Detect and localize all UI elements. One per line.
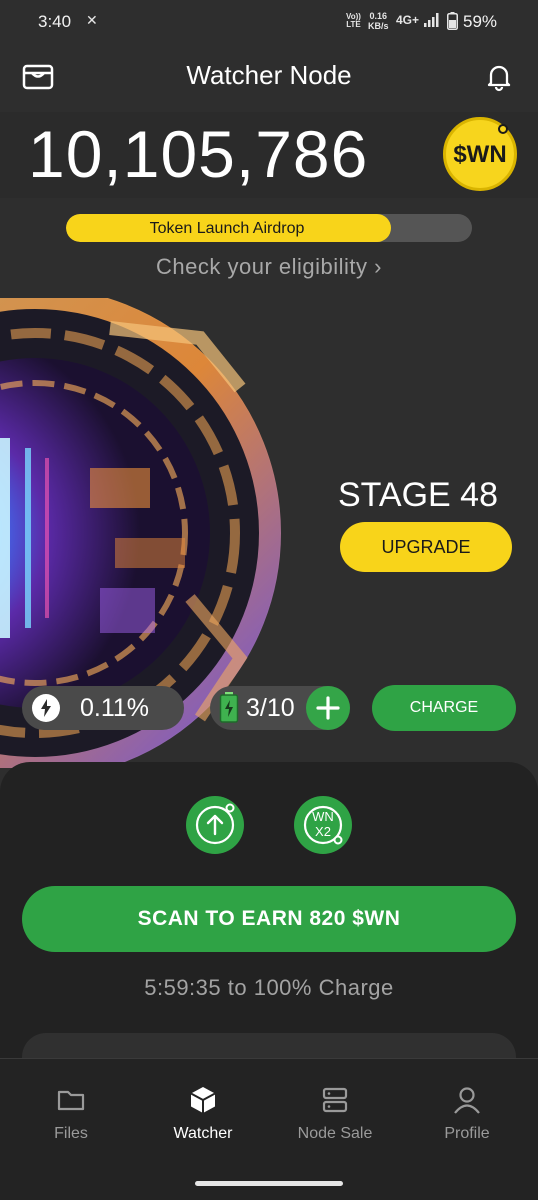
battery-icon — [447, 12, 458, 30]
stage-label: STAGE 48 — [338, 476, 498, 514]
nav-label-node-sale: Node Sale — [297, 1125, 373, 1142]
bell-icon[interactable] — [484, 62, 514, 92]
add-battery-button[interactable] — [306, 686, 350, 730]
network-speed: 0.16 KB/s — [368, 11, 389, 31]
multiplier-top: WN — [312, 809, 334, 824]
battery-count-pill: 3/10 — [210, 686, 350, 730]
nav-label-files: Files — [54, 1125, 88, 1142]
multiplier-button[interactable]: WN X2 — [294, 796, 352, 854]
battery-count-value: 3/10 — [246, 694, 295, 722]
activity-icon: ✕ — [86, 12, 98, 28]
upgrade-button[interactable]: UPGRADE — [340, 522, 512, 572]
airdrop-progress-label: Token Launch Airdrop — [149, 220, 305, 237]
nav-item-profile[interactable]: Profile — [400, 1085, 534, 1143]
airdrop-progress-bar[interactable]: Token Launch Airdrop — [66, 214, 472, 242]
signal-icon — [424, 13, 439, 27]
nav-item-files[interactable]: Files — [4, 1085, 138, 1143]
screen: 3:40 ✕ Vo)) LTE 0.16 KB/s 4G+ 59% Watche… — [0, 0, 538, 1200]
coin-dot — [498, 124, 508, 134]
volte-bottom: LTE — [346, 20, 361, 29]
user-icon — [454, 1087, 480, 1114]
wn-coin-icon: $WN — [443, 117, 517, 191]
arrow-up-icon — [195, 803, 235, 845]
nav-label-profile: Profile — [444, 1125, 490, 1142]
boost-button[interactable] — [186, 796, 244, 854]
multiplier-text: WN X2 — [294, 809, 352, 839]
status-time: 3:40 — [38, 12, 72, 31]
scan-to-earn-button[interactable]: SCAN TO EARN 820 $WN — [22, 886, 516, 952]
bolt-icon — [32, 694, 60, 722]
token-balance: 10,105,786 — [28, 117, 369, 191]
nav-item-node-sale[interactable]: Node Sale — [268, 1085, 402, 1143]
plus-icon — [316, 696, 340, 720]
multiplier-bottom: X2 — [315, 824, 331, 839]
nav-item-watcher[interactable]: Watcher — [136, 1085, 270, 1143]
nav-label-watcher: Watcher — [173, 1125, 233, 1142]
speed-value: 0.16 — [369, 11, 388, 21]
server-icon — [322, 1087, 348, 1113]
status-bar: 3:40 ✕ Vo)) LTE 0.16 KB/s 4G+ 59% — [0, 0, 538, 44]
speed-unit: KB/s — [368, 21, 389, 31]
charge-rate-pill: 0.11% — [22, 686, 184, 730]
volte-indicator: Vo)) LTE — [346, 13, 361, 29]
charge-button[interactable]: CHARGE — [372, 685, 516, 731]
page-title: Watcher Node — [186, 60, 352, 90]
folder-icon — [57, 1090, 85, 1111]
cube-icon — [190, 1087, 216, 1113]
battery-percent: 59% — [463, 12, 498, 31]
charge-rate-value: 0.11% — [80, 694, 150, 722]
charge-timer: 5:59:35 to 100% Charge — [144, 975, 394, 1000]
bottom-nav: Files Watcher Node Sale Profile — [0, 1058, 538, 1200]
check-eligibility-link[interactable]: Check your eligibility › — [0, 254, 538, 280]
home-indicator[interactable] — [195, 1181, 343, 1186]
network-type: 4G+ — [396, 13, 420, 27]
node-battery-icon — [219, 692, 239, 723]
app-header: Watcher Node — [0, 44, 538, 108]
coin-label: $WN — [453, 141, 507, 168]
